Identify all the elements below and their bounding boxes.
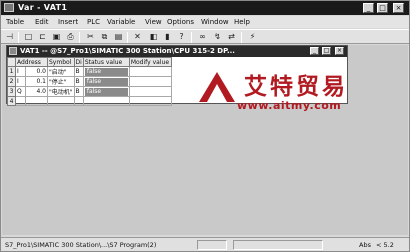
status-value-cell: false: [82, 66, 130, 77]
menu-edit[interactable]: Edit: [35, 18, 49, 26]
area-cell[interactable]: I: [15, 76, 26, 87]
menu-table[interactable]: Table: [6, 18, 24, 26]
modify-value-header[interactable]: Modify value: [128, 57, 172, 67]
toolbar-separator: [191, 32, 192, 43]
app-icon: [4, 3, 14, 12]
display-format-header[interactable]: Di: [73, 57, 84, 67]
title-bar: Var - VAT1 _ □ ×: [1, 1, 409, 15]
area-cell[interactable]: [15, 96, 26, 106]
row-number: 4: [7, 96, 16, 106]
inner-window-title: VAT1 -- @S7_Pro1\SIMATIC 300 Station\CPU…: [20, 47, 235, 55]
maximize-button[interactable]: □: [377, 3, 388, 13]
cut-icon[interactable]: ✂: [85, 32, 96, 42]
modify-value-cell[interactable]: [128, 86, 172, 97]
menu-variable[interactable]: Variable: [107, 18, 135, 26]
paste-icon[interactable]: ▤: [113, 32, 124, 42]
menu-plc[interactable]: PLC: [87, 18, 100, 26]
pin-icon[interactable]: ⊣: [4, 32, 15, 42]
status-bar: S7_Pro1\SIMATIC 300 Station\...\S7 Progr…: [1, 237, 409, 251]
status-value: false: [84, 77, 128, 86]
save-icon[interactable]: ▣: [51, 32, 62, 42]
menu-options[interactable]: Options: [167, 18, 194, 26]
force-icon[interactable]: ⚡: [247, 32, 258, 42]
table-row[interactable]: 1 I 0.0 "启动" B false: [7, 66, 172, 77]
watermark-text: 艾特贸易: [244, 73, 348, 100]
display-format-cell[interactable]: B: [73, 76, 84, 87]
row-number-header: [7, 57, 16, 67]
new-icon[interactable]: □: [23, 32, 34, 42]
area-cell[interactable]: I: [15, 66, 26, 77]
toolbar-separator: [79, 32, 80, 43]
status-panel: [233, 240, 323, 250]
status-path: S7_Pro1\SIMATIC 300 Station\...\S7 Progr…: [5, 241, 157, 249]
status-value: false: [84, 67, 128, 76]
help-icon[interactable]: ?: [176, 32, 187, 42]
symbol-cell[interactable]: "停止": [47, 76, 75, 87]
modify-value-cell[interactable]: [128, 66, 172, 77]
address-cell[interactable]: 0.0: [25, 66, 48, 77]
watermark-url: www.aitmy.com: [237, 99, 342, 112]
delete-icon[interactable]: ✕: [132, 32, 143, 42]
window-title: Var - VAT1: [18, 3, 68, 12]
display-format-cell[interactable]: [73, 96, 84, 106]
inner-maximize-button[interactable]: □: [322, 47, 331, 55]
symbol-cell[interactable]: "电动机": [47, 86, 75, 97]
online-icon[interactable]: ◧: [148, 32, 159, 42]
status-value: < 5.2: [376, 241, 394, 249]
menu-help[interactable]: Help: [234, 18, 250, 26]
main-window: Var - VAT1 _ □ × Table Edit Insert PLC V…: [0, 0, 410, 252]
copy-icon[interactable]: ⧉: [99, 32, 110, 42]
monitor-icon[interactable]: ▮: [162, 32, 173, 42]
status-value-cell: [82, 96, 130, 106]
menu-window[interactable]: Window: [201, 18, 229, 26]
row-number: 1: [7, 66, 16, 77]
trigger-icon[interactable]: ⇄: [226, 32, 237, 42]
toolbar: ⊣ □ ⊏ ▣ ⎙ ✂ ⧉ ▤ ✕ ◧ ▮ ? ∞ ↯ ⇄ ⚡: [1, 29, 409, 44]
status-value-cell: false: [82, 76, 130, 87]
address-cell[interactable]: 0.1: [25, 76, 48, 87]
address-cell[interactable]: [25, 96, 48, 106]
modify-value-cell[interactable]: [128, 76, 172, 87]
symbol-header[interactable]: Symbol: [47, 57, 75, 67]
row-number: 3: [7, 86, 16, 97]
status-value-header[interactable]: Status value: [82, 57, 130, 67]
display-format-cell[interactable]: B: [73, 86, 84, 97]
symbol-cell[interactable]: [47, 96, 75, 106]
table-row[interactable]: 2 I 0.1 "停止" B false: [7, 76, 172, 87]
glasses-icon[interactable]: ∞: [197, 32, 208, 42]
variable-table: Address Symbol Di Status value Modify va…: [7, 57, 172, 106]
status-panel: [197, 240, 227, 250]
close-button[interactable]: ×: [393, 3, 404, 13]
table-row[interactable]: 4: [7, 96, 172, 106]
toolbar-separator: [241, 32, 242, 43]
toolbar-separator: [18, 32, 19, 43]
symbol-cell[interactable]: "启动": [47, 66, 75, 77]
status-value: false: [84, 87, 128, 96]
row-number: 2: [7, 76, 16, 87]
table-row[interactable]: 3 Q 4.0 "电动机" B false: [7, 86, 172, 97]
modify-value-cell[interactable]: [128, 96, 172, 106]
address-cell[interactable]: 4.0: [25, 86, 48, 97]
inner-title-bar: VAT1 -- @S7_Pro1\SIMATIC 300 Station\CPU…: [7, 46, 347, 57]
toolbar-separator: [127, 32, 128, 43]
address-header[interactable]: Address: [15, 57, 48, 67]
menu-view[interactable]: View: [145, 18, 162, 26]
inner-close-button[interactable]: ×: [335, 47, 344, 55]
inner-minimize-button[interactable]: _: [310, 47, 319, 55]
table-icon: [9, 47, 17, 55]
area-cell[interactable]: Q: [15, 86, 26, 97]
status-mode: Abs: [359, 241, 371, 249]
status-value-cell: false: [82, 86, 130, 97]
minimize-button[interactable]: _: [363, 3, 374, 13]
display-format-cell[interactable]: B: [73, 66, 84, 77]
menu-bar: Table Edit Insert PLC Variable View Opti…: [1, 16, 409, 28]
watermark-logo: [199, 72, 235, 102]
print-icon[interactable]: ⎙: [65, 32, 76, 42]
menu-insert[interactable]: Insert: [58, 18, 78, 26]
modify-icon[interactable]: ↯: [212, 32, 223, 42]
open-icon[interactable]: ⊏: [37, 32, 48, 42]
